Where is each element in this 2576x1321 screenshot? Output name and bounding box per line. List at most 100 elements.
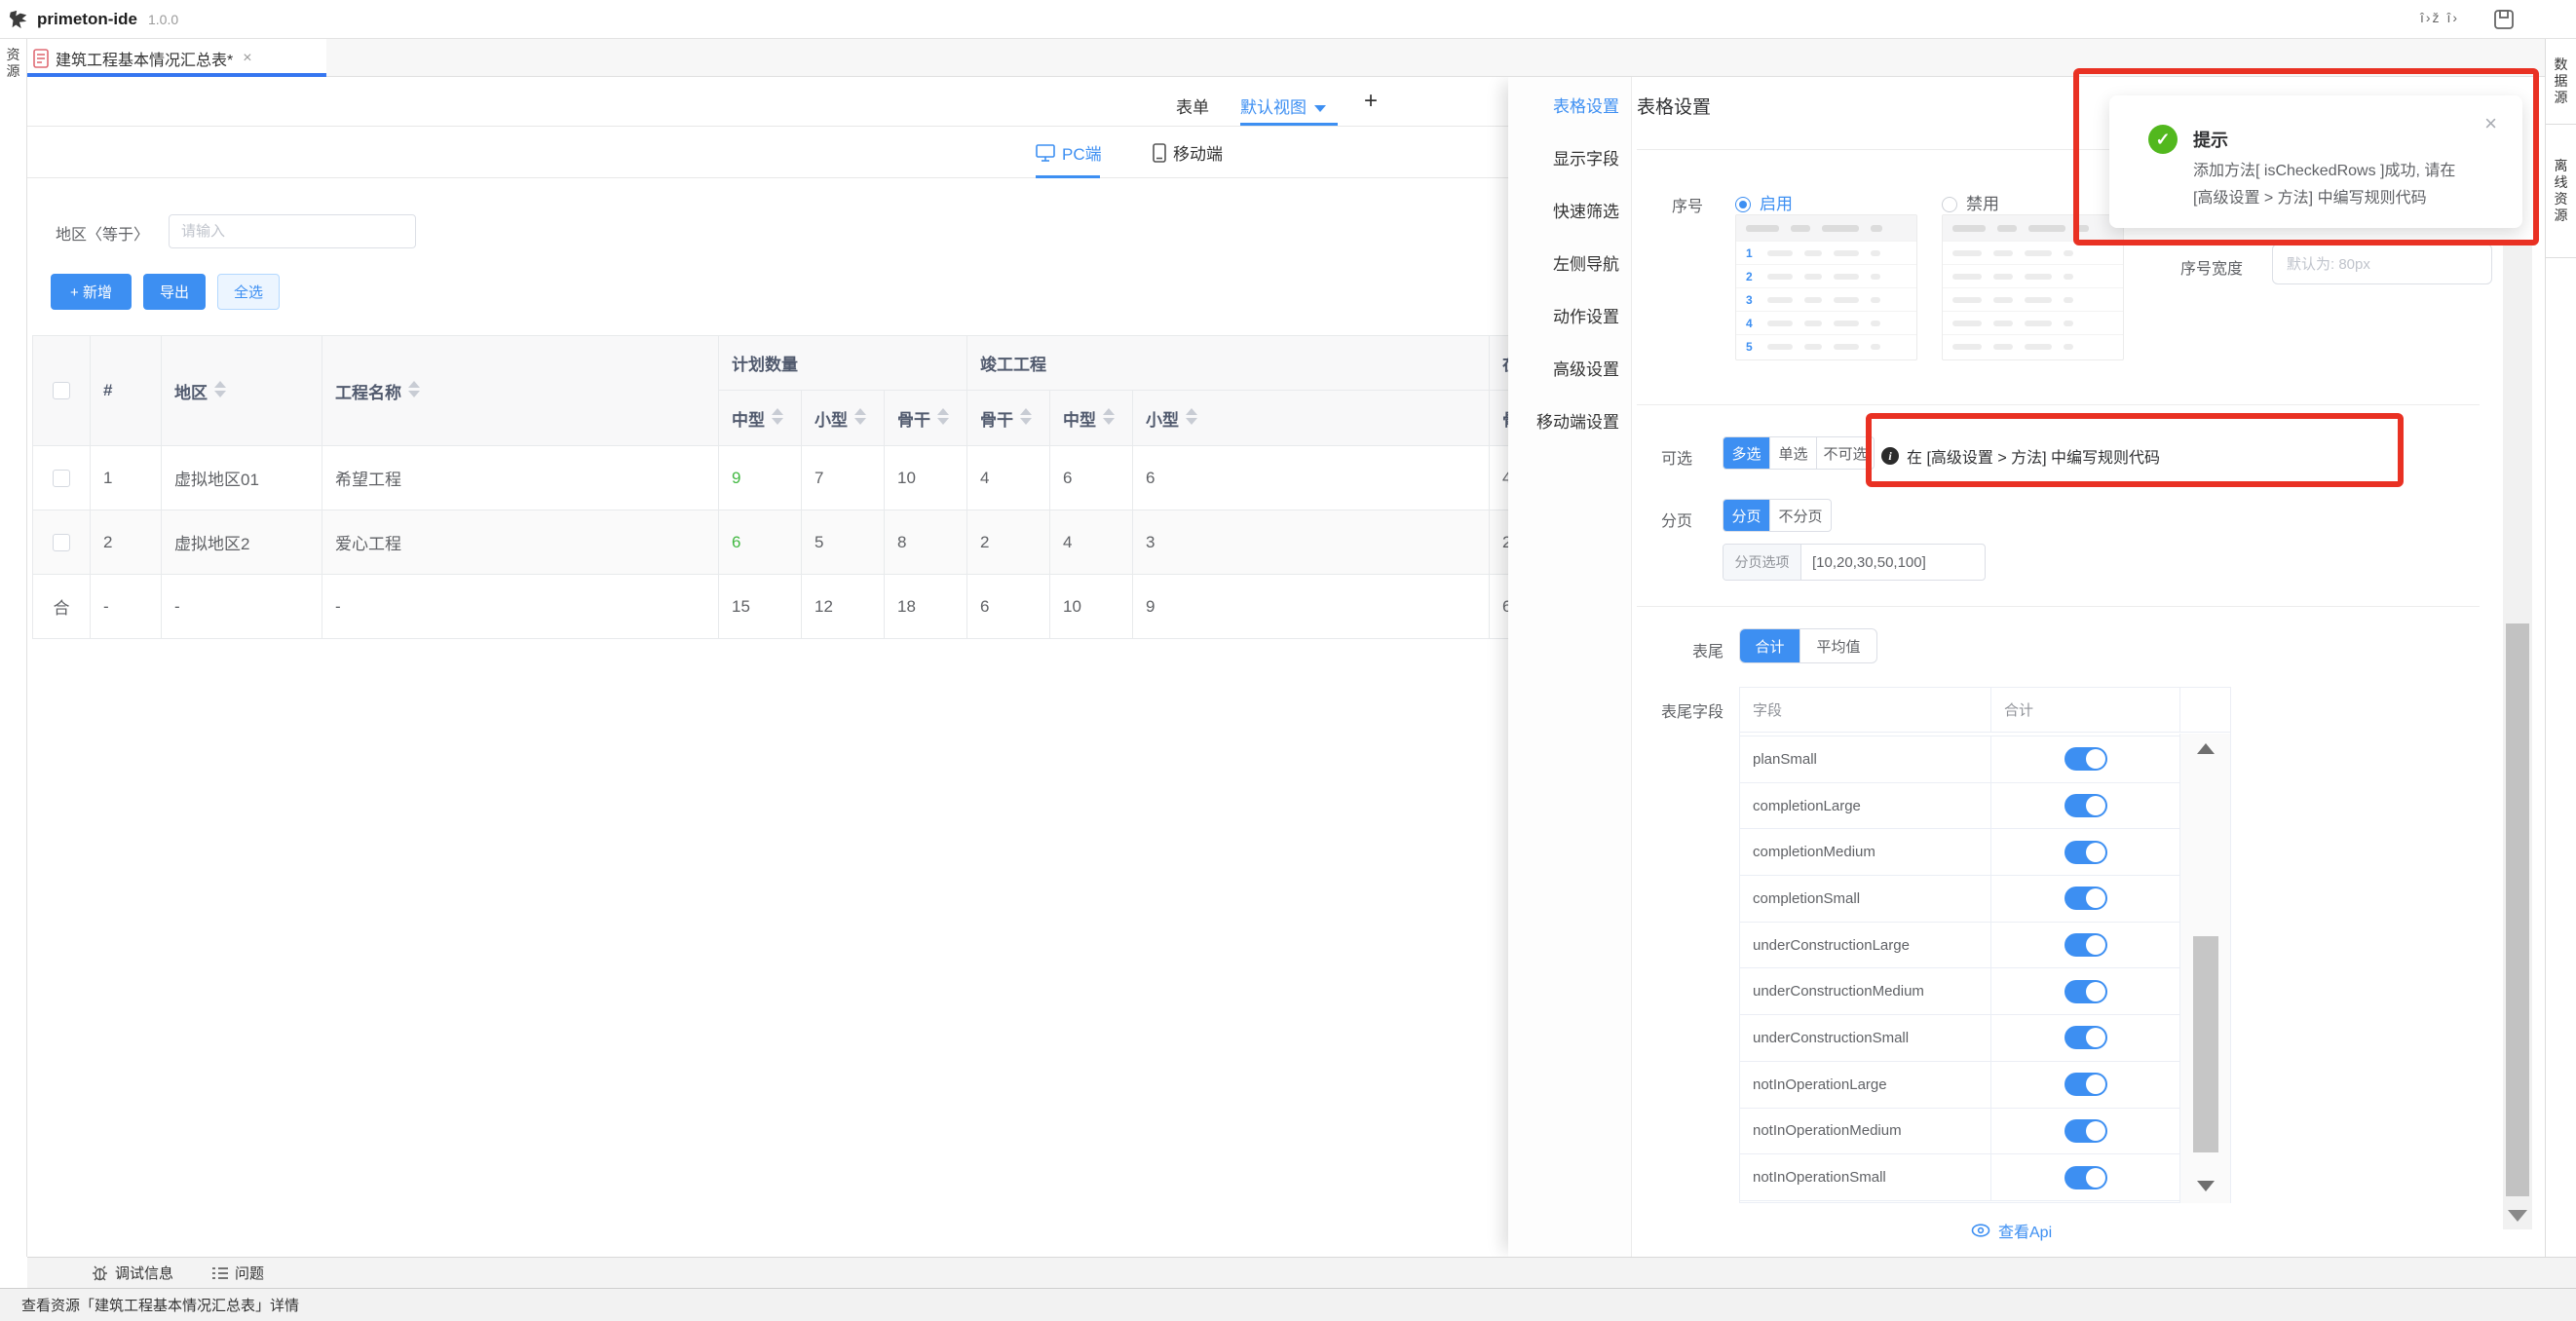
header-region[interactable]: 地区 [162, 336, 322, 446]
form-tab[interactable]: 表单 [1176, 94, 1209, 118]
nav-display-fields[interactable]: 显示字段 [1508, 133, 1631, 186]
app-version: 1.0.0 [148, 12, 178, 27]
selectable-hint: i 在 [高级设置 > 方法] 中编写规则代码 [1881, 444, 2160, 468]
checkbox-icon[interactable] [53, 470, 70, 487]
toggle-on[interactable] [2065, 887, 2107, 910]
checkbox-icon[interactable] [53, 382, 70, 399]
divider [1637, 606, 2480, 607]
serial-disable-radio[interactable]: 禁用 [1942, 190, 1999, 214]
tab-close-icon[interactable]: × [243, 50, 251, 67]
select-all-button[interactable]: 全选 [217, 274, 280, 310]
header-checkbox[interactable] [33, 336, 91, 446]
export-button[interactable]: 导出 [143, 274, 206, 310]
option-multi[interactable]: 多选 [1724, 437, 1770, 469]
titlebar-tool-icons[interactable]: î›ž î› [2420, 10, 2459, 25]
debug-info-button[interactable]: 调试信息 [92, 1263, 173, 1283]
tab-pc[interactable]: PC端 [1036, 140, 1102, 165]
panel-scrollbar[interactable] [2503, 244, 2532, 1229]
option-unpaged[interactable]: 不分页 [1770, 500, 1831, 531]
tab-title: 建筑工程基本情况汇总表* [56, 47, 233, 70]
add-button[interactable]: + 新增 [51, 274, 132, 310]
table-row[interactable]: 1 虚拟地区01 希望工程 9 7 10 4 6 6 4 [33, 446, 1601, 510]
close-icon[interactable]: × [2484, 111, 2497, 136]
sort-icon[interactable] [214, 381, 226, 397]
data-table: # 地区 工程名称 计划数量 竣工工程 在建工程 中型 小型 骨干 骨干 中型 … [32, 335, 1601, 639]
sort-icon[interactable] [854, 408, 866, 425]
view-api-link[interactable]: 查看Api [1971, 1219, 2052, 1242]
divider [1637, 404, 2480, 405]
option-single[interactable]: 单选 [1770, 437, 1817, 469]
radio-off-icon[interactable] [1942, 197, 1957, 212]
serial-width-input[interactable] [2272, 244, 2492, 284]
scrollbar-thumb[interactable] [2193, 936, 2218, 1152]
filter-input[interactable] [169, 214, 416, 248]
field-row: completionLarge [1740, 783, 2230, 830]
table-row[interactable]: 2 虚拟地区2 爱心工程 6 5 8 2 4 3 2 [33, 510, 1601, 575]
serial-enable-radio[interactable]: 启用 [1735, 190, 1793, 214]
sort-icon[interactable] [937, 408, 949, 425]
toggle-on[interactable] [2065, 1166, 2107, 1189]
selectable-segmented: 多选 单选 不可选 [1723, 436, 1875, 470]
app-logo-icon [8, 9, 29, 30]
toggle-on[interactable] [2065, 1119, 2107, 1143]
tab-mobile[interactable]: 移动端 [1153, 140, 1223, 165]
nav-mobile-settings[interactable]: 移动端设置 [1508, 396, 1631, 449]
problems-button[interactable]: 问题 [212, 1263, 264, 1283]
group-plan: 计划数量 [719, 336, 967, 391]
app-window: primeton-ide 1.0.0 î›ž î› 资源 建筑工程基本情况汇总表… [0, 0, 2576, 1321]
option-average[interactable]: 平均值 [1800, 629, 1876, 662]
nav-advanced-settings[interactable]: 高级设置 [1508, 344, 1631, 396]
toggle-on[interactable] [2065, 1026, 2107, 1049]
sort-icon[interactable] [1020, 408, 1032, 425]
sort-icon[interactable] [1186, 408, 1197, 425]
subheader[interactable]: 骨干 [967, 391, 1050, 446]
nav-table-settings[interactable]: 表格设置 [1508, 81, 1631, 133]
bug-icon [92, 1264, 108, 1281]
tab-active[interactable]: 建筑工程基本情况汇总表* × [27, 39, 326, 77]
right-rail-offline-tab[interactable]: 离线资源 [2546, 125, 2576, 258]
serial-disabled-preview [1942, 214, 2124, 360]
page-options-input[interactable]: 分页选项 [10,20,30,50,100] [1723, 544, 1986, 581]
scrollbar-thumb[interactable] [2506, 623, 2529, 1196]
scroll-down-icon[interactable] [2197, 1181, 2215, 1191]
option-sum[interactable]: 合计 [1740, 629, 1800, 662]
default-view-tab[interactable]: 默认视图 [1240, 94, 1326, 118]
subheader[interactable]: 小型 [802, 391, 885, 446]
toggle-on[interactable] [2065, 1073, 2107, 1096]
left-rail-resources-tab[interactable]: 资源 [6, 47, 21, 80]
scroll-down-button[interactable] [2503, 1204, 2532, 1227]
option-paged[interactable]: 分页 [1724, 500, 1770, 531]
header-project[interactable]: 工程名称 [322, 336, 719, 446]
sort-icon[interactable] [408, 381, 420, 397]
nav-action-settings[interactable]: 动作设置 [1508, 291, 1631, 344]
row-checkbox[interactable] [33, 446, 91, 510]
sort-icon[interactable] [772, 408, 783, 425]
radio-on-icon[interactable] [1735, 197, 1751, 212]
nav-left-navigation[interactable]: 左侧导航 [1508, 239, 1631, 291]
footer-label: 表尾 [1692, 638, 1724, 661]
header-index: # [91, 336, 162, 446]
subheader[interactable]: 骨干 [885, 391, 967, 446]
view-tab-indicator [1240, 123, 1338, 126]
right-rail-datasource-tab[interactable]: 数据源 [2546, 39, 2576, 125]
subheader[interactable]: 中型 [719, 391, 802, 446]
toast-title: 提示 [2193, 127, 2228, 152]
row-checkbox[interactable] [33, 510, 91, 575]
save-icon[interactable] [2492, 8, 2516, 31]
toggle-on[interactable] [2065, 933, 2107, 957]
sort-icon[interactable] [1103, 408, 1115, 425]
toggle-on[interactable] [2065, 747, 2107, 771]
option-none[interactable]: 不可选 [1817, 437, 1874, 469]
toggle-on[interactable] [2065, 794, 2107, 817]
fields-scrollbar[interactable] [2179, 734, 2230, 1203]
field-row: completionSmall [1740, 876, 2230, 923]
add-view-button[interactable]: + [1364, 88, 1378, 115]
debug-bar: 调试信息 问题 [27, 1257, 2576, 1288]
scroll-up-icon[interactable] [2197, 743, 2215, 754]
subheader[interactable]: 小型 [1133, 391, 1490, 446]
toggle-on[interactable] [2065, 841, 2107, 864]
nav-quick-filter[interactable]: 快速筛选 [1508, 186, 1631, 239]
checkbox-icon[interactable] [53, 534, 70, 551]
toggle-on[interactable] [2065, 980, 2107, 1003]
subheader[interactable]: 中型 [1050, 391, 1133, 446]
